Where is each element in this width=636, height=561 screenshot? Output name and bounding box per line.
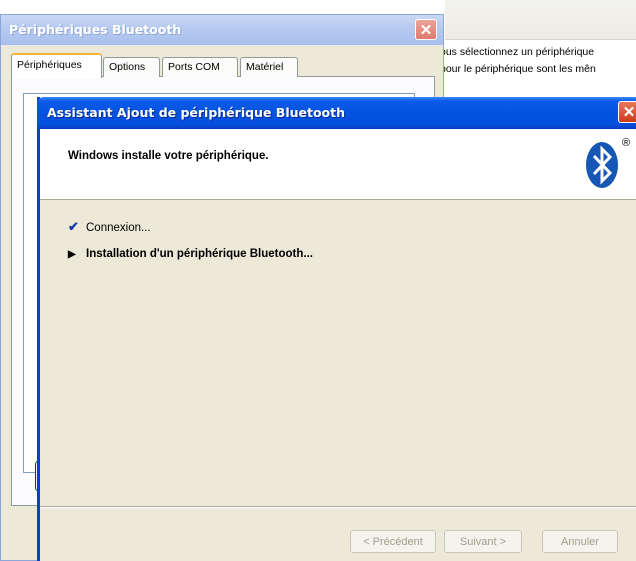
cancel-button[interactable]: Annuler	[542, 530, 618, 553]
tab-peripheriques[interactable]: Périphériques	[11, 53, 102, 78]
tab-ports-com[interactable]: Ports COM	[162, 57, 238, 77]
wizard-titlebar[interactable]: Assistant Ajout de périphérique Bluetoot…	[37, 97, 636, 129]
arrow-right-icon: ▶	[68, 249, 76, 260]
footer-separator	[40, 506, 636, 508]
close-icon: ✕	[622, 104, 636, 121]
add-bluetooth-device-wizard: Assistant Ajout de périphérique Bluetoot…	[37, 97, 636, 561]
next-button[interactable]: Suivant >	[444, 530, 522, 553]
background-text-area: ous sélectionnez un périphérique pour le…	[440, 44, 636, 104]
previous-button[interactable]: < Précédent	[350, 530, 436, 553]
background-window-strip	[445, 0, 636, 40]
wizard-header-title: Windows installe votre périphérique.	[68, 150, 269, 162]
background-text-line: pour le périphérique sont les mên	[440, 63, 596, 75]
back-window-titlebar[interactable]: Périphériques Bluetooth ✕	[1, 15, 443, 45]
step-connexion: ✔ Connexion...	[68, 219, 151, 235]
registered-mark: ®	[622, 137, 631, 149]
step-installation: ▶ Installation d'un périphérique Bluetoot…	[68, 248, 313, 260]
background-text-line: ous sélectionnez un périphérique	[440, 46, 595, 58]
step-label: Installation d'un périphérique Bluetooth…	[86, 248, 313, 260]
wizard-close-button[interactable]: ✕	[618, 101, 636, 123]
bluetooth-icon	[586, 142, 618, 188]
wizard-header: Windows installe votre périphérique. ®	[40, 129, 636, 200]
back-window-title: Périphériques Bluetooth	[9, 22, 182, 37]
close-icon: ✕	[419, 21, 433, 39]
tab-options[interactable]: Options	[103, 57, 160, 77]
back-window-close-button[interactable]: ✕	[415, 19, 437, 40]
step-label: Connexion...	[86, 222, 151, 234]
wizard-title: Assistant Ajout de périphérique Bluetoot…	[47, 105, 346, 120]
checkmark-icon: ✔	[68, 219, 79, 234]
tab-materiel[interactable]: Matériel	[240, 57, 298, 77]
